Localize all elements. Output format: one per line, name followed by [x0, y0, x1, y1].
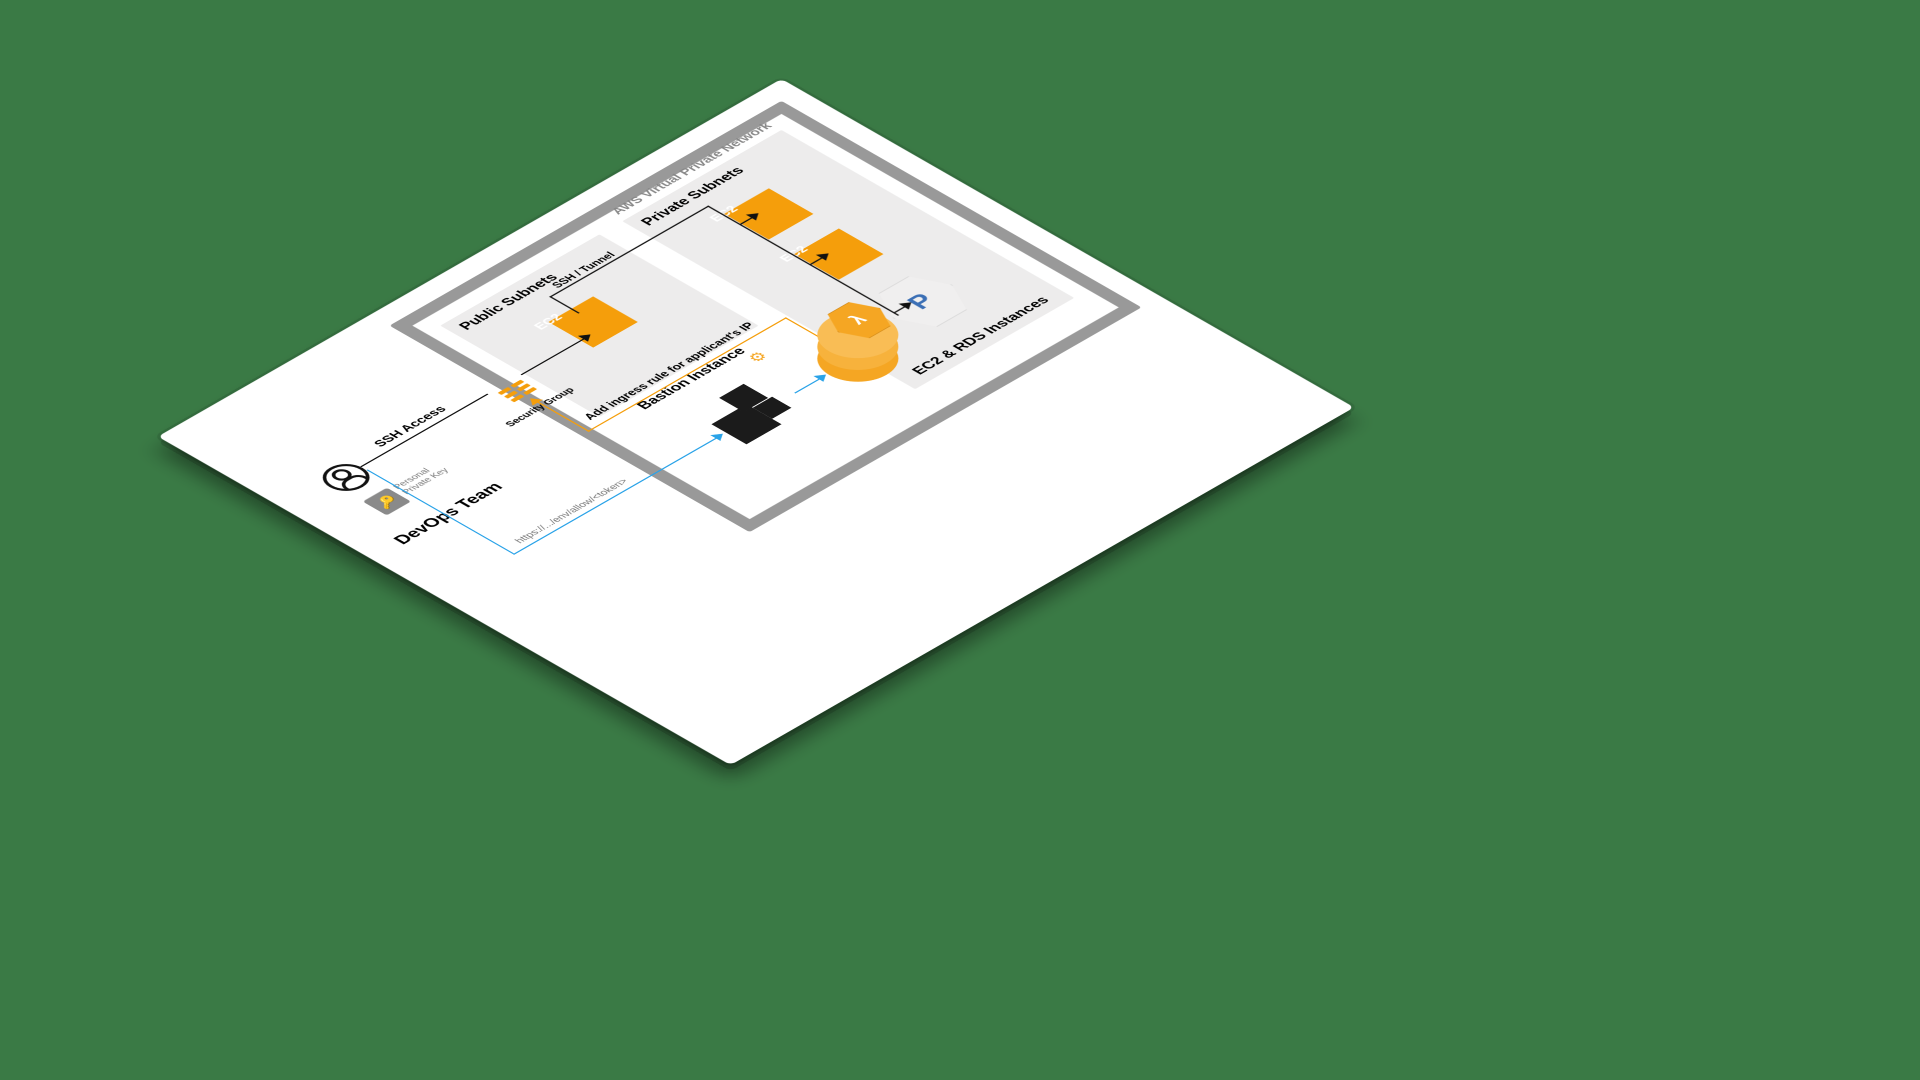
url-label: https://.../env/allow/<token>	[512, 477, 631, 545]
vpc-frame: AWS Virtual Private Network Public Subne…	[389, 101, 1141, 532]
platform: AWS Virtual Private Network Public Subne…	[158, 79, 1354, 765]
ssh-access-line	[360, 394, 489, 468]
user-icon	[313, 459, 379, 497]
key-label: PersonalPrivate Key	[391, 461, 452, 496]
rds-icon: P	[864, 269, 979, 335]
devops-team-label: DevOps Team	[389, 480, 508, 548]
ssh-access-label: SSH Access	[370, 404, 450, 450]
bastion-label: Bastion Instance	[634, 345, 750, 412]
